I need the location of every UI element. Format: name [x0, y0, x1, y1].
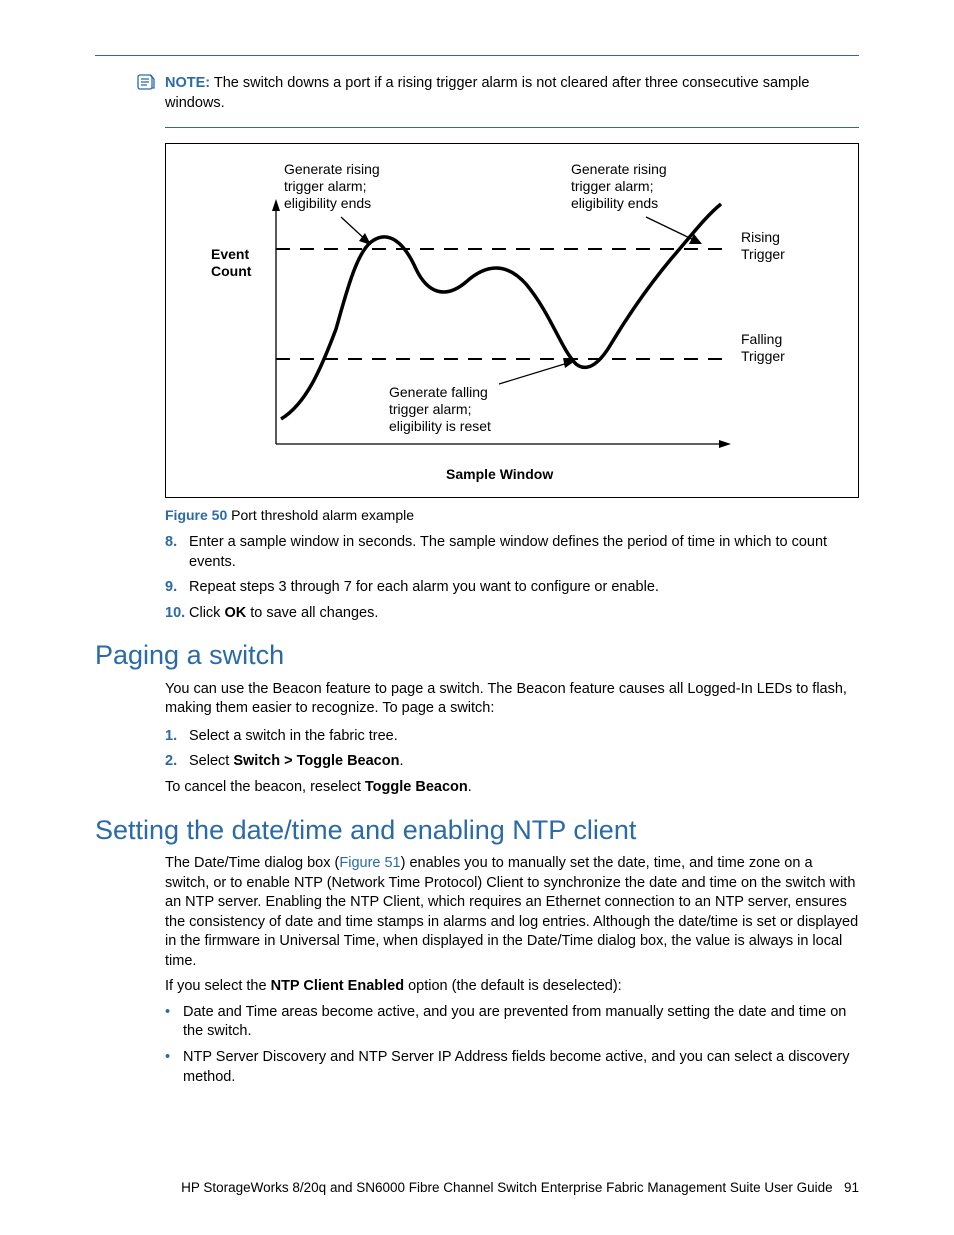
paging-step-2: 2. Select Switch > Toggle Beacon.	[165, 752, 859, 772]
svg-text:eligibility ends: eligibility ends	[571, 195, 658, 211]
step-10: 10. Click OK to save all changes.	[165, 604, 859, 624]
svg-text:Generate rising: Generate rising	[571, 161, 667, 177]
step-8: 8. Enter a sample window in seconds. The…	[165, 533, 859, 572]
ntp-p1: The Date/Time dialog box (Figure 51) ena…	[165, 854, 859, 971]
svg-text:Event: Event	[211, 246, 249, 262]
note-icon	[137, 74, 155, 96]
svg-text:eligibility is reset: eligibility is reset	[389, 418, 491, 434]
svg-text:trigger alarm;: trigger alarm;	[571, 178, 653, 194]
ntp-bullet-1: Date and Time areas become active, and y…	[165, 1003, 859, 1042]
figure-caption-label: Figure 50	[165, 507, 227, 523]
svg-text:Trigger: Trigger	[741, 348, 785, 364]
ntp-bullets: Date and Time areas become active, and y…	[165, 1003, 859, 1087]
heading-ntp: Setting the date/time and enabling NTP c…	[95, 812, 859, 848]
note-bottom-rule	[165, 127, 859, 128]
paging-outro: To cancel the beacon, reselect Toggle Be…	[165, 778, 859, 798]
heading-paging-switch: Paging a switch	[95, 637, 859, 673]
svg-text:eligibility ends: eligibility ends	[284, 195, 371, 211]
page-footer: HP StorageWorks 8/20q and SN6000 Fibre C…	[181, 1179, 859, 1197]
paging-steps: 1. Select a switch in the fabric tree. 2…	[165, 727, 859, 772]
continued-steps: 8. Enter a sample window in seconds. The…	[165, 533, 859, 623]
svg-text:trigger alarm;: trigger alarm;	[284, 178, 366, 194]
ntp-p2: If you select the NTP Client Enabled opt…	[165, 977, 859, 997]
paging-intro: You can use the Beacon feature to page a…	[165, 680, 859, 719]
svg-text:Falling: Falling	[741, 331, 782, 347]
svg-text:trigger alarm;: trigger alarm;	[389, 401, 471, 417]
svg-text:Rising: Rising	[741, 229, 780, 245]
figure-51-link[interactable]: Figure 51	[339, 855, 400, 871]
note-callout: NOTE: The switch downs a port if a risin…	[165, 74, 859, 113]
ntp-bullet-2: NTP Server Discovery and NTP Server IP A…	[165, 1048, 859, 1087]
header-rule	[95, 55, 859, 56]
page-number: 91	[844, 1180, 859, 1195]
figure-caption: Figure 50 Port threshold alarm example	[165, 506, 859, 525]
svg-text:Generate falling: Generate falling	[389, 384, 488, 400]
step-9: 9. Repeat steps 3 through 7 for each ala…	[165, 578, 859, 598]
svg-text:Generate rising: Generate rising	[284, 161, 380, 177]
svg-text:Sample Window: Sample Window	[446, 466, 553, 482]
note-text: The switch downs a port if a rising trig…	[165, 75, 809, 111]
svg-text:Trigger: Trigger	[741, 246, 785, 262]
figure-caption-text: Port threshold alarm example	[231, 507, 414, 523]
paging-step-1: 1. Select a switch in the fabric tree.	[165, 727, 859, 747]
svg-text:Count: Count	[211, 263, 252, 279]
note-label: NOTE:	[165, 75, 210, 91]
figure-50: Event Count Generate rising trigger alar…	[165, 143, 859, 498]
